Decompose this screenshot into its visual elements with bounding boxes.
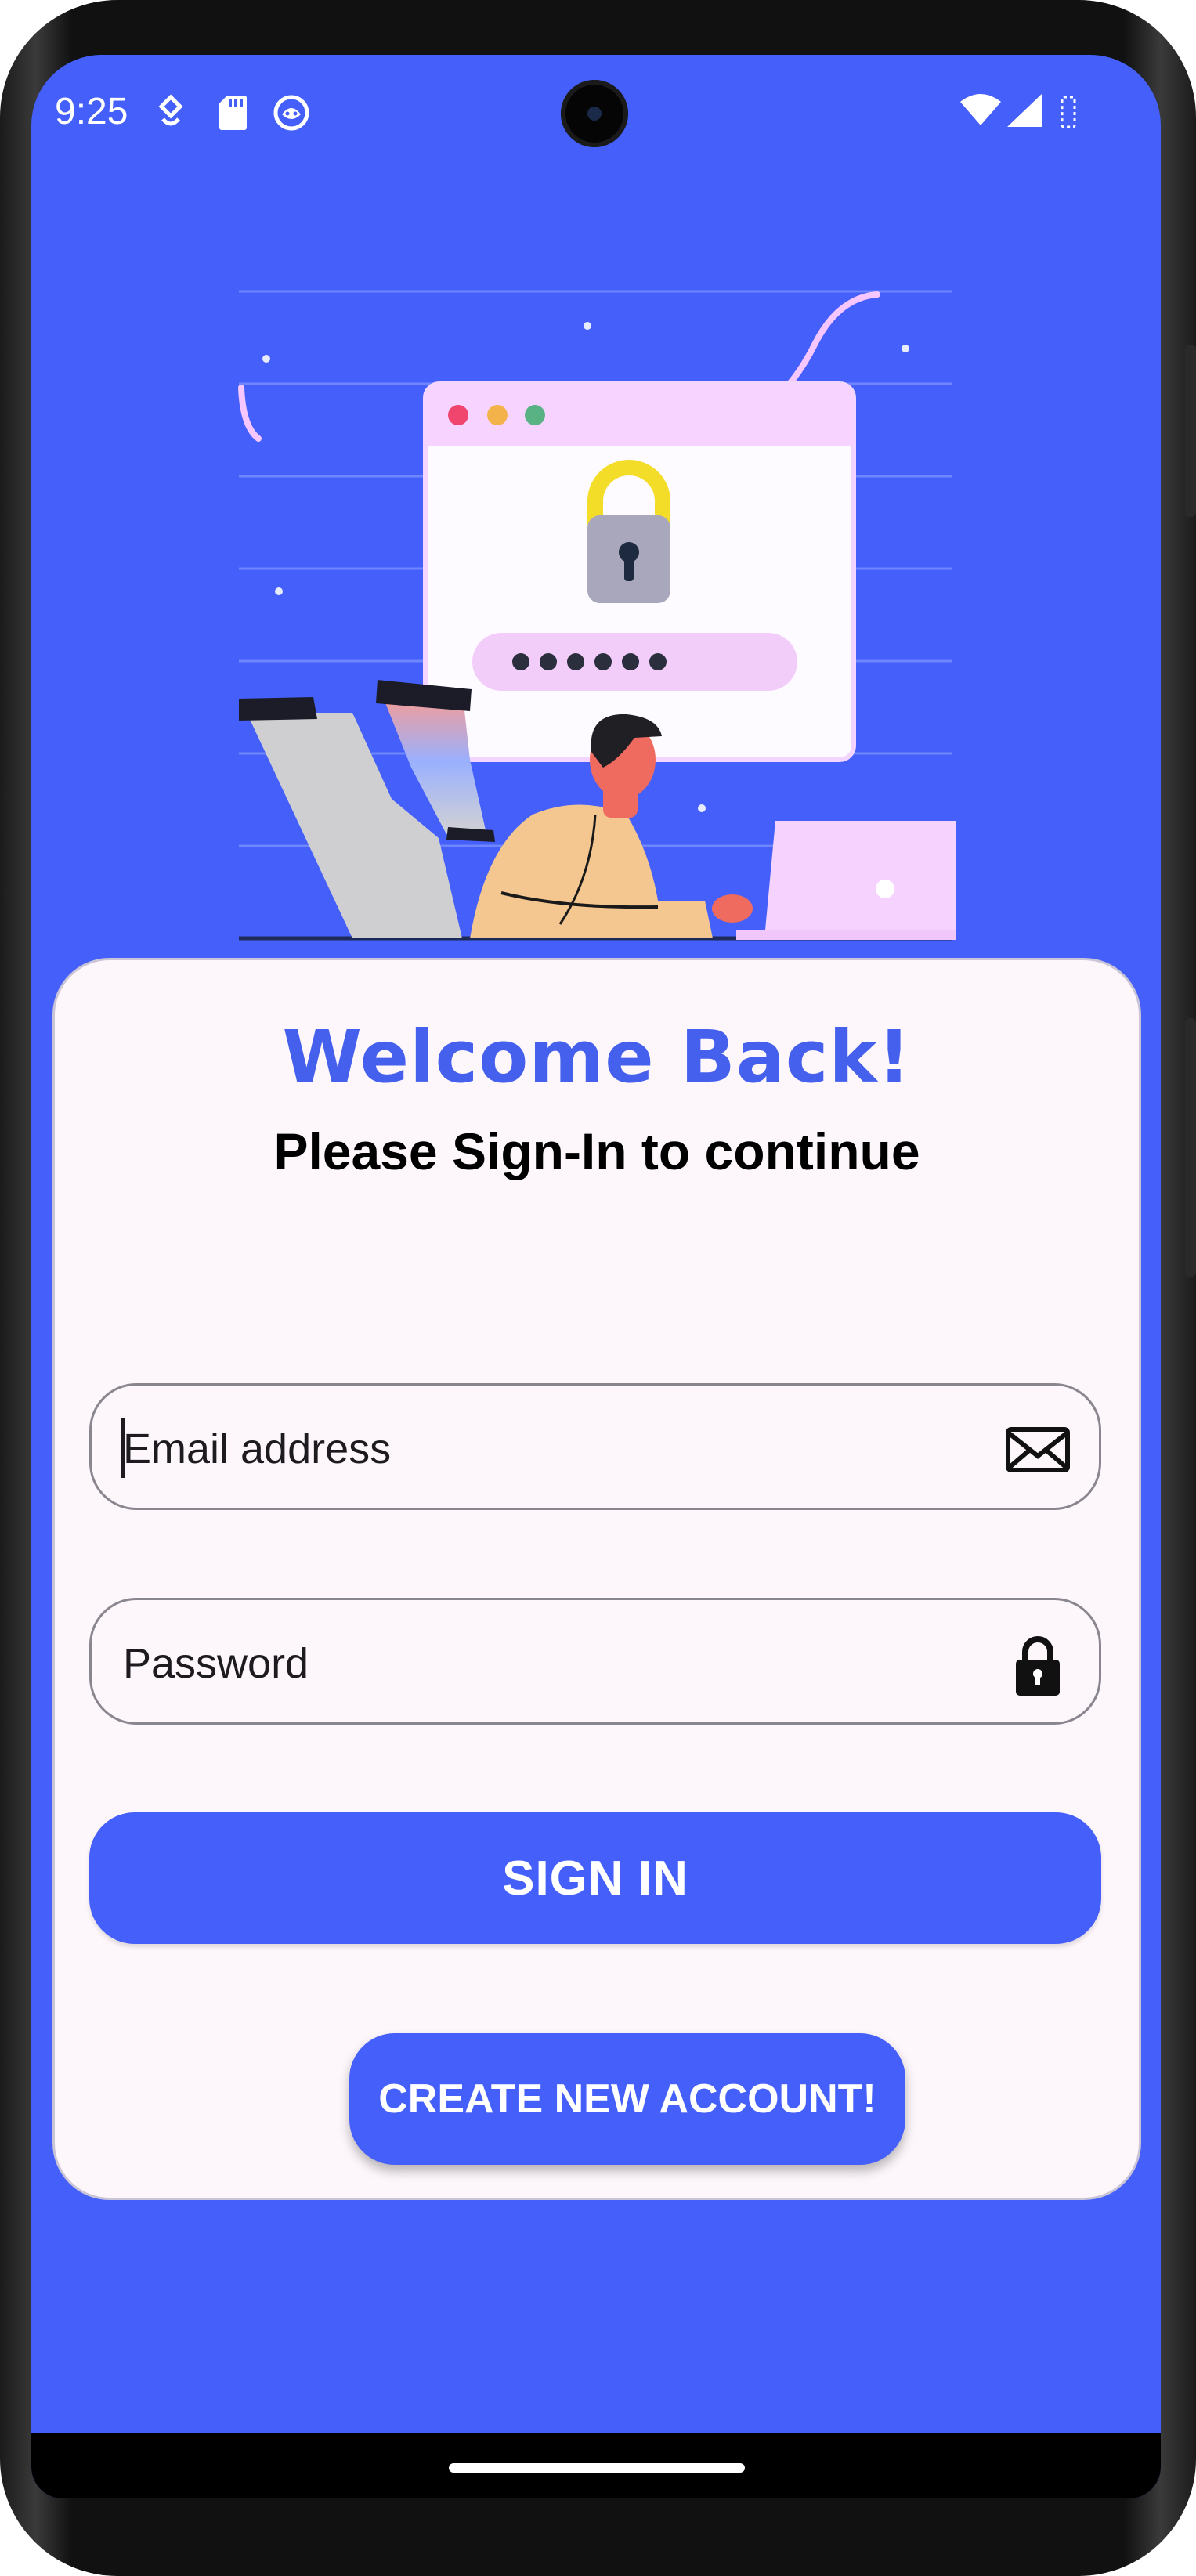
app-screen: 9:25 Welcome Back! Please Sign-In to con…	[31, 55, 1161, 2498]
login-security-illustration	[238, 290, 956, 941]
wellbeing-icon	[158, 94, 183, 126]
signin-subtitle: Please Sign-In to continue	[273, 1122, 920, 1180]
create-account-button[interactable]: CREATE NEW ACCOUNT!	[349, 2033, 905, 2165]
email-field[interactable]: Email address	[89, 1383, 1101, 1510]
sign-in-button[interactable]: SIGN IN	[89, 1812, 1101, 1944]
navigation-bar	[31, 2433, 1161, 2498]
app-notification-icon	[273, 95, 309, 131]
envelope-icon	[1006, 1427, 1070, 1472]
wifi-icon	[960, 94, 1001, 125]
signal-icon	[1007, 94, 1042, 127]
password-field[interactable]: Password	[89, 1598, 1101, 1725]
front-camera	[561, 80, 628, 147]
home-gesture-handle[interactable]	[449, 2463, 745, 2473]
welcome-title: Welcome Back!	[282, 1015, 912, 1099]
lock-icon	[1016, 1636, 1060, 1696]
volume-button	[1185, 1018, 1196, 1277]
sd-card-icon	[219, 96, 247, 130]
login-card: Welcome Back! Please Sign-In to continue…	[55, 960, 1139, 2198]
phone-frame: 9:25 Welcome Back! Please Sign-In to con…	[0, 0, 1196, 2576]
password-placeholder[interactable]: Password	[123, 1639, 309, 1688]
email-placeholder[interactable]: Email address	[123, 1425, 391, 1473]
status-time: 9:25	[55, 91, 128, 132]
power-button	[1185, 345, 1196, 517]
battery-icon	[1061, 96, 1076, 128]
